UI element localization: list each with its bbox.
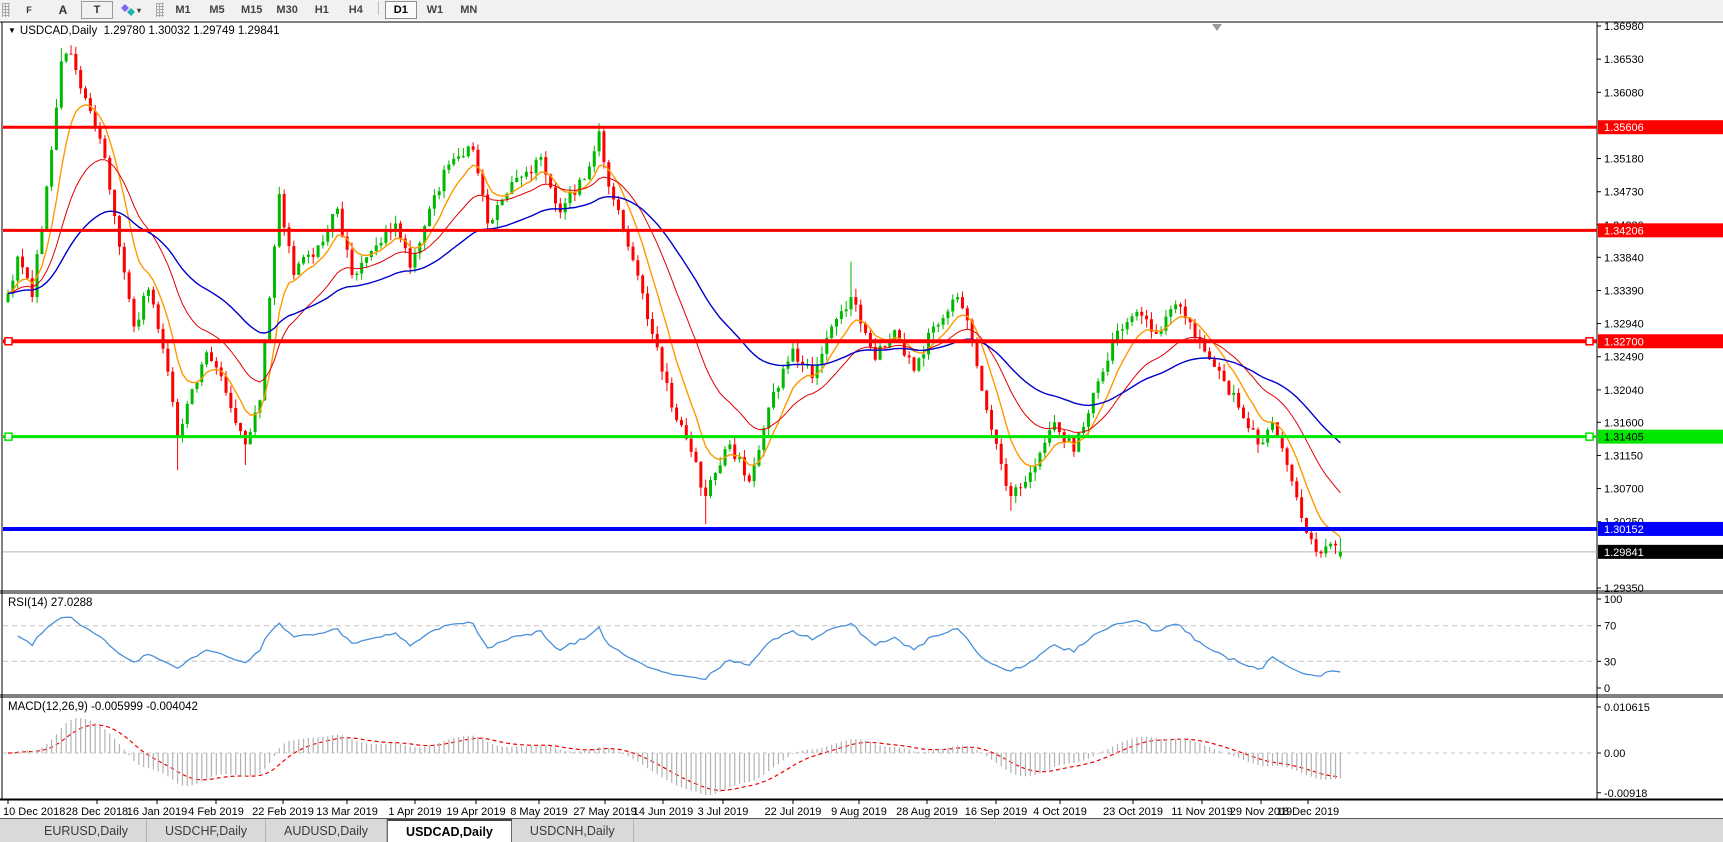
svg-text:1.32700: 1.32700 bbox=[1604, 336, 1644, 348]
rsi-indicator-label: RSI(14) 27.0288 bbox=[8, 597, 92, 609]
label-tool-button[interactable]: T bbox=[81, 1, 113, 19]
svg-text:4 Oct 2019: 4 Oct 2019 bbox=[1033, 806, 1087, 818]
svg-text:1.32940: 1.32940 bbox=[1604, 319, 1644, 331]
svg-text:3 Jul 2019: 3 Jul 2019 bbox=[698, 806, 749, 818]
svg-text:1 Apr 2019: 1 Apr 2019 bbox=[388, 806, 441, 818]
chart-title: ▼ USDCAD,Daily 1.29780 1.30032 1.29749 1.… bbox=[8, 25, 280, 37]
timeframe-button-m5[interactable]: M5 bbox=[201, 1, 233, 19]
rsi-title: RSI(14) bbox=[8, 597, 48, 609]
symbol-tab-bar: EURUSD,DailyUSDCHF,DailyAUDUSD,DailyUSDC… bbox=[0, 818, 1723, 842]
rsi-value: 27.0288 bbox=[51, 597, 93, 609]
svg-text:10 Dec 2018: 10 Dec 2018 bbox=[3, 806, 65, 818]
hline-handle[interactable] bbox=[5, 433, 12, 440]
hline-handle[interactable] bbox=[5, 338, 12, 345]
dropdown-caret-icon: ▾ bbox=[137, 6, 141, 15]
svg-text:8 May 2019: 8 May 2019 bbox=[510, 806, 567, 818]
svg-text:18 Dec 2019: 18 Dec 2019 bbox=[1277, 806, 1339, 818]
svg-text:1.34206: 1.34206 bbox=[1604, 225, 1644, 237]
svg-text:28 Dec 2018: 28 Dec 2018 bbox=[66, 806, 128, 818]
hline-handle[interactable] bbox=[1586, 338, 1593, 345]
timeframe-button-m1[interactable]: M1 bbox=[167, 1, 199, 19]
macd-value: -0.005999 -0.004042 bbox=[91, 701, 198, 713]
svg-text:70: 70 bbox=[1604, 621, 1616, 633]
toolbar-separator bbox=[378, 1, 379, 15]
timeframe-button-mn[interactable]: MN bbox=[453, 1, 485, 19]
macd-indicator-label: MACD(12,26,9) -0.005999 -0.004042 bbox=[8, 701, 198, 713]
svg-text:1.31405: 1.31405 bbox=[1604, 432, 1644, 444]
svg-text:16 Sep 2019: 16 Sep 2019 bbox=[965, 806, 1027, 818]
svg-text:4 Feb 2019: 4 Feb 2019 bbox=[188, 806, 244, 818]
text-tool-button[interactable]: A bbox=[47, 1, 79, 19]
toolbar-grip-icon[interactable] bbox=[156, 3, 164, 17]
svg-text:0.00: 0.00 bbox=[1604, 748, 1625, 760]
symbol-tab-eurusd[interactable]: EURUSD,Daily bbox=[26, 819, 147, 842]
svg-text:1.30152: 1.30152 bbox=[1604, 524, 1644, 536]
svg-text:1.35606: 1.35606 bbox=[1604, 122, 1644, 134]
svg-text:28 Aug 2019: 28 Aug 2019 bbox=[896, 806, 958, 818]
chart-canvas[interactable]: 1.36980 1.36530 1.36080 1.35180 1.34730 1.342… bbox=[0, 20, 1723, 818]
svg-text:11 Nov 2019: 11 Nov 2019 bbox=[1171, 806, 1233, 818]
svg-text:100: 100 bbox=[1604, 594, 1622, 606]
svg-text:1.33840: 1.33840 bbox=[1604, 252, 1644, 264]
timeframe-button-h1[interactable]: H1 bbox=[306, 1, 338, 19]
svg-text:1.31150: 1.31150 bbox=[1604, 450, 1643, 462]
chart-title-symbol: USDCAD,Daily bbox=[20, 25, 97, 37]
svg-text:1.30700: 1.30700 bbox=[1604, 484, 1644, 496]
svg-text:22 Feb 2019: 22 Feb 2019 bbox=[252, 806, 314, 818]
chart-background[interactable] bbox=[0, 20, 1723, 818]
current-price-badge-text: 1.29841 bbox=[1604, 547, 1644, 559]
toolbar-grip-icon[interactable] bbox=[2, 3, 10, 17]
svg-text:23 Oct 2019: 23 Oct 2019 bbox=[1103, 806, 1163, 818]
svg-text:1.32040: 1.32040 bbox=[1604, 385, 1644, 397]
timeframe-button-h4[interactable]: H4 bbox=[340, 1, 372, 19]
svg-text:1.32490: 1.32490 bbox=[1604, 352, 1644, 364]
svg-text:1.35180: 1.35180 bbox=[1604, 154, 1644, 166]
text-tool-icon: A bbox=[59, 3, 68, 17]
svg-text:1.36530: 1.36530 bbox=[1604, 54, 1644, 66]
svg-text:14 Jun 2019: 14 Jun 2019 bbox=[633, 806, 694, 818]
symbol-tab-usdchf[interactable]: USDCHF,Daily bbox=[147, 819, 266, 842]
svg-text:1.34730: 1.34730 bbox=[1604, 187, 1644, 199]
svg-text:1.31600: 1.31600 bbox=[1604, 417, 1644, 429]
svg-text:13 Mar 2019: 13 Mar 2019 bbox=[316, 806, 378, 818]
svg-text:1.36080: 1.36080 bbox=[1604, 87, 1644, 99]
svg-text:9 Aug 2019: 9 Aug 2019 bbox=[831, 806, 887, 818]
svg-text:19 Apr 2019: 19 Apr 2019 bbox=[446, 806, 505, 818]
svg-text:0.010615: 0.010615 bbox=[1604, 702, 1650, 714]
fibonacci-tool-button[interactable]: F bbox=[13, 1, 45, 19]
arrows-icon bbox=[121, 4, 135, 16]
macd-title: MACD(12,26,9) bbox=[8, 701, 88, 713]
svg-text:0: 0 bbox=[1604, 683, 1610, 695]
svg-text:-0.00918: -0.00918 bbox=[1604, 788, 1647, 800]
toolbar: F A T ▾ M1M5M15M30H1H4 D1W1MN bbox=[0, 0, 1723, 21]
chart-title-ohlc: 1.29780 1.30032 1.29749 1.29841 bbox=[104, 25, 280, 37]
label-tool-icon: T bbox=[94, 4, 101, 16]
chart-collapse-icon[interactable]: ▼ bbox=[8, 26, 16, 35]
timeframe-button-d1[interactable]: D1 bbox=[385, 1, 417, 19]
svg-text:1.33390: 1.33390 bbox=[1604, 285, 1644, 297]
symbol-tab-audusd[interactable]: AUDUSD,Daily bbox=[266, 819, 387, 842]
svg-text:16 Jan 2019: 16 Jan 2019 bbox=[127, 806, 188, 818]
timeframe-button-w1[interactable]: W1 bbox=[419, 1, 451, 19]
mt4-window: F A T ▾ M1M5M15M30H1H4D1W1MN 1.369801.36… bbox=[0, 0, 1723, 842]
symbol-tab-usdcad[interactable]: USDCAD,Daily bbox=[387, 819, 512, 842]
fibonacci-icon: F bbox=[26, 5, 32, 15]
hline-handle[interactable] bbox=[1586, 433, 1593, 440]
timeframe-button-group: M1M5M15M30H1H4 D1W1MN bbox=[166, 1, 486, 19]
timeframe-button-m15[interactable]: M15 bbox=[235, 1, 268, 19]
arrows-tool-button[interactable]: ▾ bbox=[115, 1, 147, 19]
svg-text:30: 30 bbox=[1604, 656, 1616, 668]
symbol-tab-usdcnh[interactable]: USDCNH,Daily bbox=[512, 819, 634, 842]
svg-text:1.36980: 1.36980 bbox=[1604, 21, 1644, 33]
svg-text:22 Jul 2019: 22 Jul 2019 bbox=[765, 806, 822, 818]
timeframe-button-m30[interactable]: M30 bbox=[270, 1, 303, 19]
svg-text:27 May 2019: 27 May 2019 bbox=[573, 806, 637, 818]
